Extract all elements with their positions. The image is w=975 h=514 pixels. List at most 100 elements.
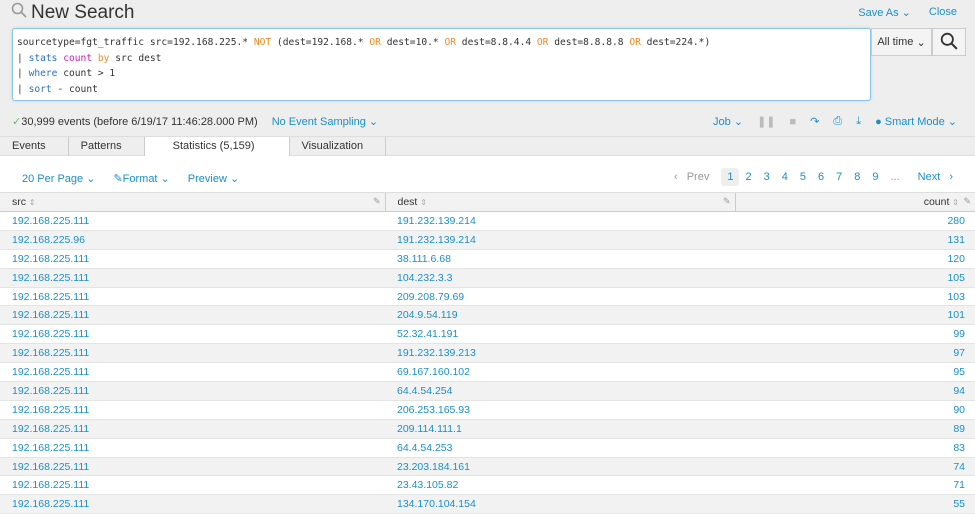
edit-column-icon[interactable]: ✎ — [963, 196, 971, 207]
cell-count[interactable]: 105 — [735, 268, 975, 288]
header: New Search Save As ⌄ Close — [0, 0, 975, 26]
cell-dest[interactable]: 191.232.139.214 — [385, 211, 735, 231]
cell-src[interactable]: 192.168.225.111 — [0, 343, 385, 364]
cell-count[interactable]: 83 — [735, 438, 975, 458]
preview-dropdown[interactable]: Preview ⌄ — [188, 172, 239, 185]
edit-column-icon[interactable]: ✎ — [723, 196, 731, 207]
cell-dest[interactable]: 104.232.3.3 — [385, 268, 735, 288]
cell-dest[interactable]: 209.208.79.69 — [385, 287, 735, 307]
cell-src[interactable]: 192.168.225.111 — [0, 249, 385, 269]
cell-dest[interactable]: 23.43.105.82 — [385, 475, 735, 496]
cell-src[interactable]: 192.168.225.96 — [0, 230, 385, 250]
cell-src[interactable]: 192.168.225.111 — [0, 457, 385, 477]
page-4[interactable]: 4 — [776, 168, 794, 186]
cell-dest[interactable]: 23.203.184.161 — [385, 457, 735, 477]
cell-src[interactable]: 192.168.225.111 — [0, 475, 385, 496]
search-mode-dropdown[interactable]: ● Smart Mode ⌄ — [875, 115, 957, 128]
cell-count[interactable]: 90 — [735, 400, 975, 420]
tab-events[interactable]: Events — [0, 137, 69, 156]
results-tabs: Events Patterns Statistics (5,159) Visua… — [0, 136, 975, 157]
cell-count[interactable]: 101 — [735, 305, 975, 326]
cell-dest[interactable]: 191.232.139.213 — [385, 343, 735, 364]
cell-dest[interactable]: 52.32.41.191 — [385, 324, 735, 345]
page-3[interactable]: 3 — [758, 168, 776, 186]
column-header-dest[interactable]: dest ⇕ ✎ — [384, 192, 735, 212]
job-status: ✓30,999 events (before 6/19/17 11:46:28.… — [12, 115, 379, 128]
cell-count[interactable]: 74 — [735, 457, 975, 477]
tab-statistics[interactable]: Statistics (5,159) — [144, 137, 290, 157]
pause-icon[interactable]: ❚❚ — [757, 115, 775, 128]
cell-count[interactable]: 120 — [735, 249, 975, 269]
cell-dest[interactable]: 64.4.54.254 — [385, 381, 735, 401]
search-query-input[interactable]: sourcetype=fgt_traffic src=192.168.225.*… — [12, 28, 871, 101]
cell-src[interactable]: 192.168.225.111 — [0, 324, 385, 345]
table-row: 192.168.225.111 206.253.165.93 90 — [0, 400, 975, 420]
column-header-src[interactable]: src ⇕ ✎ — [0, 192, 385, 212]
cell-count[interactable]: 89 — [735, 419, 975, 439]
table-row: 192.168.225.111 104.232.3.3 105 — [0, 268, 975, 288]
search-icon — [11, 2, 27, 24]
cell-count[interactable]: 97 — [735, 343, 975, 364]
page-8[interactable]: 8 — [848, 168, 866, 186]
cell-dest[interactable]: 69.167.160.102 — [385, 362, 735, 383]
export-icon[interactable]: ⤓ — [856, 115, 861, 128]
prev-page-button[interactable]: ‹ Prev — [668, 168, 721, 186]
close-button[interactable]: Close — [929, 6, 957, 19]
check-icon: ✓ — [12, 116, 22, 128]
cell-count[interactable]: 99 — [735, 324, 975, 345]
print-icon[interactable]: ⎙ — [833, 115, 842, 128]
table-row: 192.168.225.111 69.167.160.102 95 — [0, 362, 975, 383]
cell-dest[interactable]: 209.114.111.1 — [385, 419, 735, 439]
event-sampling-dropdown[interactable]: No Event Sampling ⌄ — [272, 115, 378, 128]
cell-count[interactable]: 94 — [735, 381, 975, 401]
page-6[interactable]: 6 — [812, 168, 830, 186]
lightbulb-icon: ● — [875, 116, 882, 128]
page-7[interactable]: 7 — [830, 168, 848, 186]
page-5[interactable]: 5 — [794, 168, 812, 186]
cell-src[interactable]: 192.168.225.111 — [0, 381, 385, 401]
time-range-picker[interactable]: All time ⌄ — [871, 28, 932, 56]
tab-visualization[interactable]: Visualization — [290, 137, 387, 156]
page-title: New Search — [11, 2, 135, 24]
cell-dest[interactable]: 191.232.139.214 — [385, 230, 735, 250]
next-page-button[interactable]: Next › — [906, 168, 959, 186]
per-page-dropdown[interactable]: 20 Per Page ⌄ — [22, 172, 95, 185]
table-row: 192.168.225.111 23.203.184.161 74 — [0, 457, 975, 477]
pencil-icon: ✎ — [113, 173, 123, 185]
cell-count[interactable]: 131 — [735, 230, 975, 250]
cell-src[interactable]: 192.168.225.111 — [0, 419, 385, 439]
page-1[interactable]: 1 — [721, 168, 740, 186]
save-as-button[interactable]: Save As ⌄ — [858, 6, 911, 19]
cell-src[interactable]: 192.168.225.111 — [0, 438, 385, 458]
cell-count[interactable]: 280 — [735, 211, 975, 231]
cell-dest[interactable]: 206.253.165.93 — [385, 400, 735, 420]
cell-count[interactable]: 95 — [735, 362, 975, 383]
cell-src[interactable]: 192.168.225.111 — [0, 211, 385, 231]
page-9[interactable]: 9 — [866, 168, 884, 186]
cell-src[interactable]: 192.168.225.111 — [0, 268, 385, 288]
results-table: src ⇕ ✎ dest ⇕ ✎ count ⇕ ✎ 192.168.225.111 1… — [0, 192, 975, 514]
table-row: 192.168.225.111 191.232.139.213 97 — [0, 343, 975, 364]
job-menu[interactable]: Job ⌄ — [713, 115, 743, 128]
cell-src[interactable]: 192.168.225.111 — [0, 400, 385, 420]
cell-dest[interactable]: 38.111.6.68 — [385, 249, 735, 269]
table-row: 192.168.225.111 191.232.139.214 280 — [0, 211, 975, 231]
column-header-count[interactable]: count ⇕ ✎ — [734, 192, 975, 212]
page-2[interactable]: 2 — [739, 168, 757, 186]
tab-patterns[interactable]: Patterns — [69, 137, 145, 156]
cell-count[interactable]: 71 — [735, 475, 975, 496]
cell-src[interactable]: 192.168.225.111 — [0, 362, 385, 383]
cell-count[interactable]: 103 — [735, 287, 975, 307]
cell-dest[interactable]: 64.4.54.253 — [385, 438, 735, 458]
table-row: 192.168.225.111 64.4.54.254 94 — [0, 381, 975, 401]
table-row: 192.168.225.111 64.4.54.253 83 — [0, 438, 975, 458]
cell-src[interactable]: 192.168.225.111 — [0, 287, 385, 307]
share-icon[interactable]: ↷ — [810, 115, 819, 128]
edit-column-icon[interactable]: ✎ — [373, 196, 381, 207]
stop-icon[interactable]: ■ — [790, 116, 797, 128]
cell-src[interactable]: 192.168.225.111 — [0, 305, 385, 326]
search-button[interactable] — [932, 28, 966, 56]
table-row: 192.168.225.111 204.9.54.119 101 — [0, 305, 975, 326]
format-dropdown[interactable]: ✎Format ⌄ — [113, 172, 169, 185]
cell-dest[interactable]: 204.9.54.119 — [385, 305, 735, 326]
